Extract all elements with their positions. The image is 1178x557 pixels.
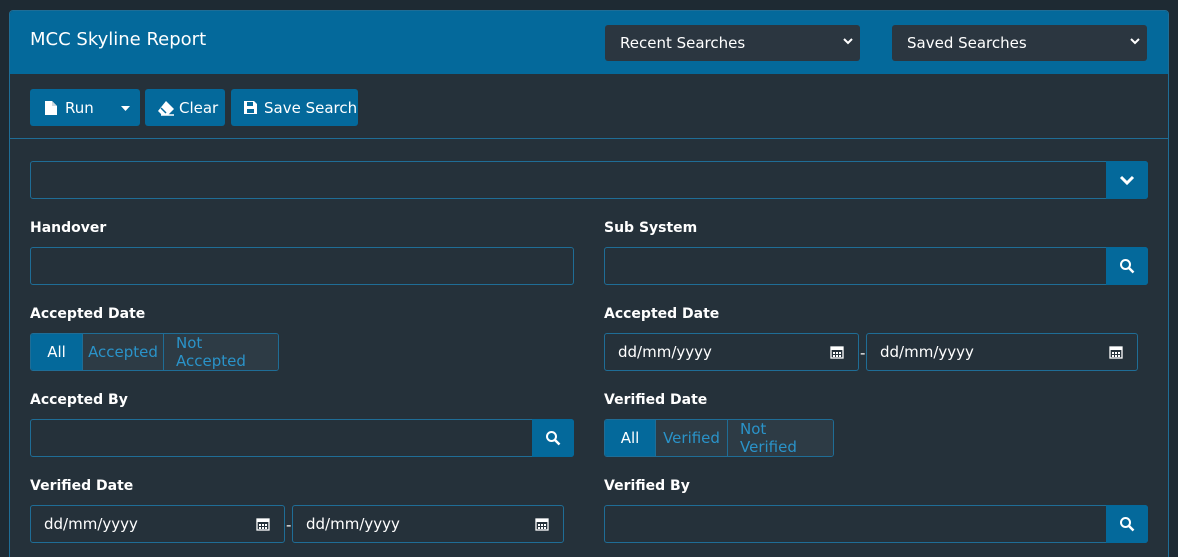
verified-date-separator: - [286, 516, 292, 534]
page-title: MCC Skyline Report [30, 29, 207, 50]
handover-input[interactable] [30, 247, 574, 285]
accepted-status-toggle: All Accepted Not Accepted [30, 333, 279, 371]
expand-button[interactable] [1106, 161, 1148, 199]
verified-option-all[interactable]: All [605, 420, 656, 456]
calendar-icon [1109, 346, 1123, 359]
accepted-option-not-accepted[interactable]: Not Accepted [164, 334, 278, 370]
verified-date-to-input[interactable]: dd/mm/yyyy [292, 505, 564, 543]
accepted-by-search-button[interactable] [532, 419, 574, 457]
saved-searches-label: Saved Searches [907, 34, 1027, 52]
accepted-date-to-placeholder: dd/mm/yyyy [880, 343, 974, 361]
verified-option-verified[interactable]: Verified [656, 420, 728, 456]
run-dropdown-button[interactable] [111, 89, 140, 126]
verified-option-not-verified[interactable]: Not Verified [728, 420, 833, 456]
recent-searches-label: Recent Searches [620, 34, 746, 52]
save-search-button[interactable]: Save Search [231, 89, 358, 126]
verified-by-search-button[interactable] [1106, 505, 1148, 543]
save-icon [244, 101, 257, 114]
calendar-icon [256, 518, 270, 531]
calendar-icon [535, 518, 549, 531]
saved-searches-select[interactable]: Saved Searches [892, 25, 1147, 61]
verified-date-to-placeholder: dd/mm/yyyy [306, 515, 400, 533]
calendar-icon [830, 346, 844, 359]
search-icon [546, 431, 561, 446]
accepted-date-to-input[interactable]: dd/mm/yyyy [866, 333, 1138, 371]
save-search-label: Save Search [264, 98, 358, 117]
accepted-by-label: Accepted By [30, 392, 128, 408]
clear-label: Clear [179, 98, 219, 117]
accepted-by-input[interactable] [30, 419, 574, 457]
verified-by-label: Verified By [604, 478, 690, 494]
chevron-down-icon [843, 38, 853, 45]
recent-searches-select[interactable]: Recent Searches [605, 25, 860, 61]
chevron-down-icon [1119, 175, 1135, 186]
run-label: Run [65, 98, 94, 117]
subsystem-search-button[interactable] [1106, 247, 1148, 285]
run-button[interactable]: Run [30, 89, 118, 126]
verified-status-toggle: All Verified Not Verified [604, 419, 834, 457]
accepted-option-all[interactable]: All [31, 334, 83, 370]
verified-status-label: Verified Date [604, 392, 708, 408]
accepted-option-accepted[interactable]: Accepted [83, 334, 164, 370]
filter-combo-select[interactable] [30, 161, 1148, 199]
caret-down-icon [121, 105, 130, 111]
verified-date-from-placeholder: dd/mm/yyyy [44, 515, 138, 533]
accepted-date-separator: - [860, 344, 866, 362]
verified-date-label: Verified Date [30, 478, 134, 494]
file-icon [45, 100, 57, 115]
verified-by-input[interactable] [604, 505, 1148, 543]
report-panel: MCC Skyline Report Recent Searches Saved… [9, 10, 1169, 557]
clear-button[interactable]: Clear [145, 89, 225, 126]
accepted-status-label: Accepted Date [30, 306, 146, 322]
search-icon [1120, 259, 1135, 274]
subsystem-label: Sub System [604, 220, 698, 236]
accepted-date-from-placeholder: dd/mm/yyyy [618, 343, 712, 361]
search-icon [1120, 517, 1135, 532]
accepted-date-from-input[interactable]: dd/mm/yyyy [604, 333, 859, 371]
toolbar: Run Clear Save Search [10, 74, 1168, 139]
panel-header: MCC Skyline Report Recent Searches Saved… [10, 11, 1168, 74]
eraser-icon [158, 100, 174, 116]
chevron-down-icon [1130, 38, 1140, 45]
subsystem-input[interactable] [604, 247, 1148, 285]
handover-label: Handover [30, 220, 107, 236]
verified-date-from-input[interactable]: dd/mm/yyyy [30, 505, 285, 543]
accepted-date-label: Accepted Date [604, 306, 720, 322]
